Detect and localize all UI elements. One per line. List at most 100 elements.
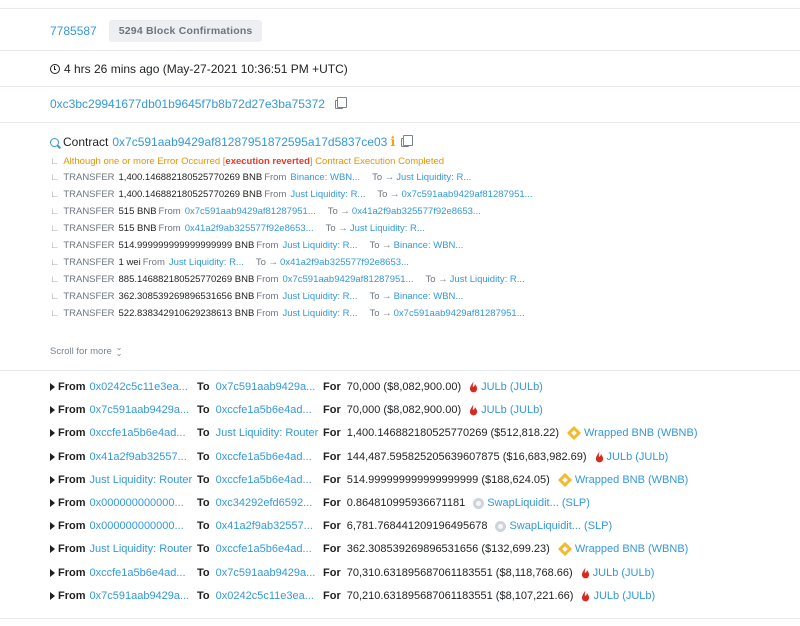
token-name-link[interactable]: JULb (JULb) — [481, 404, 543, 416]
to-label: To — [197, 589, 210, 602]
from-address-link[interactable]: Just Liquidity: Router — [90, 474, 193, 486]
copy-icon[interactable] — [334, 96, 347, 109]
to-address-link[interactable]: 0xccfe1a5b6e4ad... — [216, 404, 312, 416]
double-chevron-down-icon: ⌄ ⌄ — [115, 343, 123, 358]
token-name-link[interactable]: JULb (JULb) — [607, 451, 669, 463]
from-address-link[interactable]: 0x7c591aab9429a... — [90, 590, 190, 602]
to-address-link[interactable]: 0xccfe1a5b6e4ad... — [216, 543, 312, 555]
to-cell: To 0xccfe1a5b6e4ad... — [197, 404, 312, 416]
tx-to-link[interactable]: Binance: WBN... — [394, 240, 464, 251]
token-info: Wrapped BNB (WBNB) — [566, 426, 698, 441]
tx-to-link[interactable]: 0x7c591aab9429af81287951... — [394, 308, 525, 319]
from-address-link[interactable]: 0x0242c5c11e3ea... — [90, 381, 188, 393]
tx-from-link[interactable]: Just Liquidity: R... — [282, 291, 357, 302]
token-name-link[interactable]: JULb (JULb) — [593, 567, 655, 579]
token-info: Wrapped BNB (WBNB) — [557, 542, 689, 557]
tx-to-label: To → — [255, 257, 279, 268]
caret-right-icon[interactable] — [50, 429, 55, 438]
to-address-link[interactable]: 0x41a2f9ab32557... — [216, 520, 313, 532]
tx-to-label: To → — [425, 274, 448, 285]
from-address-link[interactable]: Just Liquidity: Router — [90, 543, 193, 555]
tx-from-label: From — [264, 172, 287, 183]
from-cell: From 0xccfe1a5b6e4ad... — [58, 567, 186, 579]
timestamp-row: 4 hrs 26 mins ago (May-27-2021 10:36:51 … — [50, 62, 348, 76]
tx-to-link[interactable]: 0x41a2f9ab325577f92e8653... — [352, 206, 481, 217]
to-label: To — [197, 497, 210, 509]
transfer-amount: 514.999999999999999999 ($188,624.05) — [346, 473, 550, 486]
copy-icon[interactable] — [401, 134, 414, 147]
token-name-link[interactable]: SwapLiquidit... (SLP) — [509, 520, 612, 532]
token-transfer-row: From Just Liquidity: Router To 0xccfe1a5b6e… — [50, 471, 790, 489]
to-address-link[interactable]: 0xccfe1a5b6e4ad... — [216, 474, 312, 486]
scroll-for-more[interactable]: Scroll for more ⌄ ⌄ — [50, 343, 123, 358]
from-address-link[interactable]: 0x000000000000... — [90, 520, 184, 532]
julb-icon — [581, 567, 589, 578]
tx-to-label: To → — [369, 291, 392, 302]
from-address-link[interactable]: 0x7c591aab9429a... — [90, 404, 190, 416]
to-address-link[interactable]: 0x0242c5c11e3ea... — [216, 590, 314, 602]
caret-right-icon[interactable] — [50, 545, 55, 554]
caret-right-icon[interactable] — [50, 522, 55, 531]
tx-to-link[interactable]: 0x7c591aab9429af81287951... — [402, 189, 533, 200]
token-info: JULb (JULb) — [469, 381, 543, 393]
tx-to-link[interactable]: Just Liquidity: R... — [396, 172, 471, 183]
to-address-link[interactable]: 0x7c591aab9429a... — [216, 381, 316, 393]
token-name-link[interactable]: JULb (JULb) — [593, 590, 655, 602]
tx-from-link[interactable]: 0x7c591aab9429af81287951... — [185, 206, 316, 217]
tx-to-link[interactable]: Just Liquidity: R... — [350, 223, 425, 234]
tx-from-label: From — [158, 206, 181, 217]
token-transfer-row: From Just Liquidity: Router To 0xccfe1a5b6e… — [50, 540, 790, 558]
from-address-link[interactable]: 0x41a2f9ab32557... — [90, 451, 187, 463]
token-name-link[interactable]: SwapLiquidit... (SLP) — [487, 497, 590, 509]
bnb-icon — [557, 542, 572, 557]
execution-status-text: Although one or more Error Occurred [exe… — [63, 156, 445, 167]
for-cell: For 70,310.631895687061183551 ($8,118,768… — [323, 567, 654, 579]
tx-to-link[interactable]: Just Liquidity: R... — [450, 274, 525, 285]
caret-right-icon[interactable] — [50, 568, 55, 577]
to-address-link[interactable]: 0xccfe1a5b6e4ad... — [216, 451, 312, 463]
to-label: To — [197, 404, 210, 417]
tx-from-link[interactable]: 0x41a2f9ab325577f92e8653... — [185, 223, 314, 234]
from-address-link[interactable]: 0xccfe1a5b6e4ad... — [90, 567, 186, 579]
caret-right-icon[interactable] — [50, 475, 55, 484]
from-address-link[interactable]: 0x000000000000... — [90, 497, 184, 509]
contract-address-link[interactable]: 0x7c591aab9429af81287951872595a17d5837ce… — [112, 135, 387, 149]
caret-right-icon[interactable] — [50, 452, 55, 461]
from-address-link[interactable]: 0xccfe1a5b6e4ad... — [90, 427, 186, 439]
block-number-link[interactable]: 7785587 — [50, 24, 97, 38]
caret-right-icon[interactable] — [50, 383, 55, 391]
from-cell: From 0x7c591aab9429a... — [58, 590, 189, 602]
tx-from-link[interactable]: Just Liquidity: R... — [169, 257, 244, 268]
divider — [0, 86, 800, 87]
token-name-link[interactable]: Wrapped BNB (WBNB) — [584, 427, 698, 439]
tx-type-label: TRANSFER — [63, 206, 115, 217]
to-address-link[interactable]: 0xc34292efd6592... — [216, 497, 313, 509]
tx-to-link[interactable]: 0x41a2f9ab325577f92e8653... — [280, 257, 409, 268]
tx-from-link[interactable]: Just Liquidity: R... — [290, 189, 365, 200]
tx-type-label: TRANSFER — [63, 291, 115, 302]
tx-to-label: To → — [369, 240, 392, 251]
token-name-link[interactable]: Wrapped BNB (WBNB) — [575, 543, 689, 555]
from-address-link[interactable]: 0xc3bc29941677db01b9645f7b8b72d27e3ba753… — [50, 97, 325, 111]
tx-to-link[interactable]: Binance: WBN... — [394, 291, 464, 302]
tx-from-link[interactable]: Binance: WBN... — [290, 172, 360, 183]
tx-from-link[interactable]: 0x7c591aab9429af81287951... — [282, 274, 413, 285]
tx-from-link[interactable]: Just Liquidity: R... — [282, 240, 357, 251]
to-label: To — [197, 450, 210, 463]
to-address-link[interactable]: 0x7c591aab9429a... — [216, 567, 316, 579]
token-name-link[interactable]: JULb (JULb) — [481, 381, 543, 393]
caret-right-icon[interactable] — [50, 591, 55, 600]
to-label: To — [197, 566, 210, 579]
internal-tx-row: ∟ TRANSFER 515 BNB From 0x7c591aab9429af812… — [50, 206, 483, 217]
transfer-amount: 362.308539269896531656 ($132,699.23) — [346, 543, 550, 556]
caret-right-icon[interactable] — [50, 406, 55, 415]
token-name-link[interactable]: Wrapped BNB (WBNB) — [575, 474, 689, 486]
to-address-link[interactable]: Just Liquidity: Router — [216, 427, 319, 439]
caret-right-icon[interactable] — [50, 499, 55, 507]
info-icon[interactable]: ℹ — [390, 134, 395, 150]
tx-from-label: From — [256, 274, 279, 285]
for-label: For — [323, 473, 341, 486]
transfer-amount: 144,487.595825205639607875 ($16,683,982.… — [346, 450, 587, 463]
tx-from-link[interactable]: Just Liquidity: R... — [282, 308, 357, 319]
tx-from-label: From — [256, 308, 279, 319]
